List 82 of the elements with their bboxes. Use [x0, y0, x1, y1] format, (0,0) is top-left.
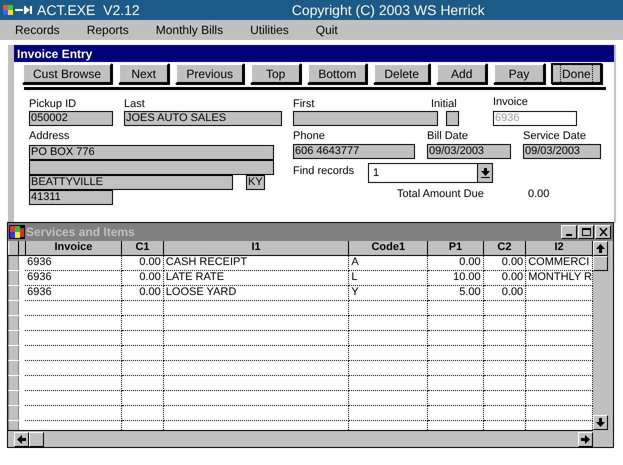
- toolbar-button[interactable]: Previous: [175, 63, 244, 84]
- toolbar-button[interactable]: Add: [436, 63, 488, 84]
- text-field[interactable]: PO BOX 776: [29, 145, 274, 160]
- field-label: Invoice: [493, 96, 529, 109]
- field-label: Phone: [293, 130, 326, 143]
- field-label: Address: [29, 130, 70, 143]
- panel-title-bar: Invoice Entry: [14, 45, 614, 62]
- table-cell: 0.00: [483, 285, 526, 300]
- table-cell: 0.00: [483, 270, 526, 285]
- app-icon: [3, 4, 33, 16]
- table-cell: 5.00: [428, 285, 484, 300]
- toolbar-button[interactable]: Done: [550, 63, 602, 84]
- row-header[interactable]: [8, 255, 18, 270]
- column-header[interactable]: P1: [428, 241, 484, 255]
- menu-item[interactable]: Quit: [316, 21, 338, 39]
- menu-item[interactable]: Utilities: [250, 21, 289, 39]
- toolbar-button[interactable]: Pay: [493, 63, 545, 84]
- table-cell: 6936: [25, 255, 122, 270]
- text-field[interactable]: [29, 160, 274, 175]
- field-label: Find records: [293, 164, 356, 178]
- toolbar-button[interactable]: Delete: [373, 63, 430, 84]
- toolbar-button[interactable]: Top: [250, 63, 302, 84]
- scroll-thumb[interactable]: [593, 256, 608, 271]
- window-title: ACT.EXE V2.12: [37, 0, 140, 20]
- table-cell: L: [348, 270, 428, 285]
- table-cell: 6936: [25, 285, 122, 300]
- column-header[interactable]: I1: [163, 241, 349, 255]
- field-label: Bill Date: [427, 130, 469, 143]
- field-label: Pickup ID: [29, 98, 78, 111]
- dropdown[interactable]: 1: [368, 163, 493, 183]
- vertical-scrollbar[interactable]: [593, 241, 608, 430]
- scroll-thumb[interactable]: [29, 432, 44, 446]
- column-header[interactable]: Code1: [348, 241, 428, 255]
- field-label: First: [293, 98, 316, 111]
- copyright-text: Copyright (C) 2003 WS Herrick: [292, 0, 485, 20]
- table-cell: CASH RECEIPT: [163, 255, 349, 270]
- menu-item[interactable]: Reports: [86, 21, 129, 39]
- close-button[interactable]: [595, 225, 611, 239]
- minimize-button[interactable]: [561, 225, 577, 239]
- total-value: 0.00: [528, 187, 550, 202]
- table-cell: 6936: [25, 270, 122, 285]
- table-cell: 0.00: [122, 255, 164, 270]
- table-cell: 0.00: [122, 270, 164, 285]
- table-cell: 0.00: [483, 255, 526, 270]
- toolbar-button[interactable]: Next: [118, 63, 170, 84]
- text-field[interactable]: JOES AUTO SALES: [124, 111, 282, 126]
- window-title: Services and Items: [26, 224, 135, 241]
- scroll-up-button[interactable]: [593, 241, 608, 256]
- table-cell: 0.00: [122, 285, 164, 300]
- text-field[interactable]: BEATTYVILLE: [29, 175, 233, 190]
- close-icon: [598, 228, 608, 236]
- text-field[interactable]: 09/03/2003: [523, 144, 601, 159]
- field-label: Service Date: [523, 130, 587, 143]
- horizontal-scrollbar[interactable]: [8, 430, 593, 447]
- column-header[interactable]: I2: [526, 241, 592, 255]
- text-field[interactable]: [446, 111, 459, 126]
- text-field[interactable]: 606 4643777: [293, 144, 415, 159]
- toolbar-button[interactable]: Bottom: [307, 63, 368, 84]
- field-label: Initial: [431, 98, 458, 111]
- table-cell: 0.00: [428, 255, 484, 270]
- maximize-button[interactable]: [578, 225, 594, 239]
- table-cell: Y: [348, 285, 428, 300]
- text-field[interactable]: [293, 111, 438, 126]
- text-field[interactable]: KY: [246, 175, 265, 190]
- text-field[interactable]: 41311: [29, 190, 113, 205]
- menu-item[interactable]: Records: [15, 21, 60, 39]
- toolbar-button[interactable]: Cust Browse: [22, 63, 112, 84]
- text-field[interactable]: 09/03/2003: [427, 144, 511, 159]
- scroll-right-button[interactable]: [578, 432, 593, 446]
- column-header[interactable]: C2: [483, 241, 526, 255]
- table-cell: LATE RATE: [163, 270, 349, 285]
- table-cell: A: [348, 255, 428, 270]
- column-header[interactable]: Invoice: [25, 241, 122, 255]
- field-label: Last: [124, 98, 146, 111]
- table-cell: LOOSE YARD: [163, 285, 349, 300]
- table-cell: 10.00: [428, 270, 484, 285]
- text-field[interactable]: 050002: [29, 111, 113, 126]
- menu-item[interactable]: Monthly Bills: [156, 21, 224, 39]
- scroll-down-button[interactable]: [593, 415, 608, 430]
- scroll-left-button[interactable]: [14, 432, 29, 446]
- total-label: Total Amount Due: [397, 187, 485, 202]
- column-header[interactable]: C1: [122, 241, 164, 255]
